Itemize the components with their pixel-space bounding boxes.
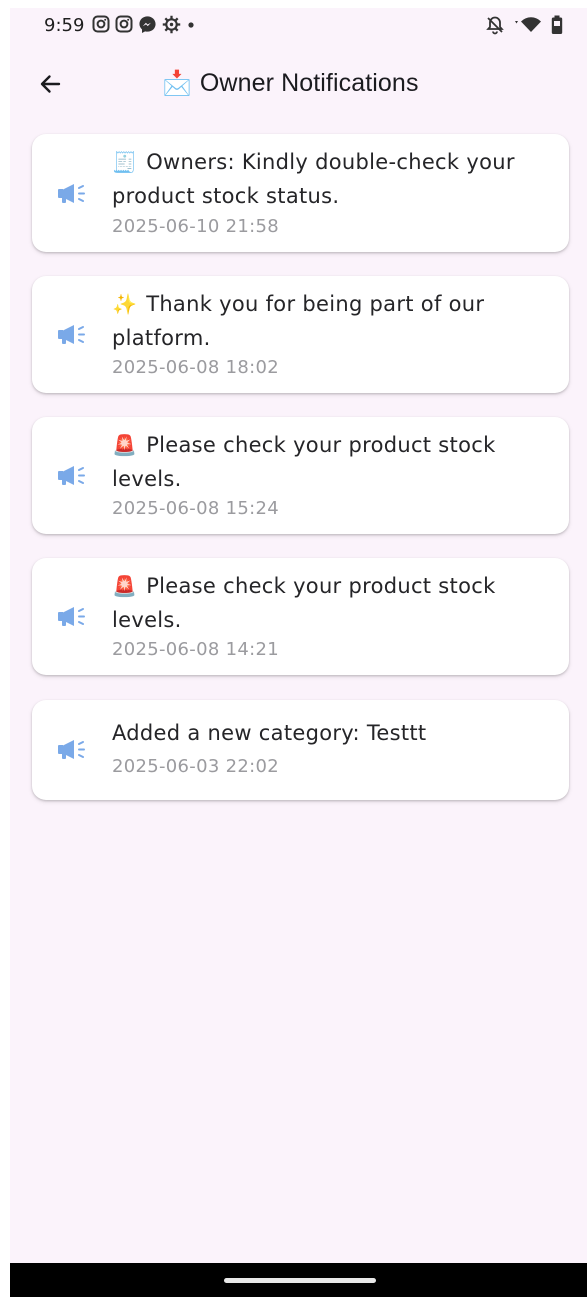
app-bar: 📩 Owner Notifications bbox=[10, 54, 587, 114]
messenger-icon bbox=[138, 15, 157, 38]
page-title: Owner Notifications bbox=[199, 68, 419, 97]
inbox-envelope-icon: 📩 bbox=[162, 69, 192, 97]
megaphone-icon bbox=[58, 740, 85, 759]
app-screen: 9:59 📩 Owner Notifications 🧾 Owners: Kin… bbox=[10, 8, 587, 1297]
notification-card[interactable]: 🧾 Owners: Kindly double-check your produ… bbox=[32, 134, 569, 252]
page-title-group: 📩 Owner Notifications bbox=[162, 68, 419, 98]
notification-message: 🧾 Owners: Kindly double-check your produ… bbox=[112, 150, 515, 208]
status-time: 9:59 bbox=[44, 15, 85, 36]
megaphone-icon bbox=[58, 607, 85, 626]
back-button[interactable] bbox=[32, 66, 68, 102]
system-navigation-bar bbox=[10, 1263, 587, 1297]
bell-off-icon bbox=[485, 15, 505, 39]
notification-timestamp: 2025-06-08 15:24 bbox=[112, 498, 280, 519]
home-indicator[interactable] bbox=[224, 1278, 376, 1283]
instagram-icon bbox=[115, 15, 133, 37]
battery-icon bbox=[551, 15, 563, 39]
notification-emoji: 🚨 bbox=[112, 433, 138, 457]
notification-card[interactable]: 🚨 Please check your product stock levels… bbox=[32, 558, 569, 675]
megaphone-icon bbox=[58, 184, 85, 203]
notification-timestamp: 2025-06-08 18:02 bbox=[112, 357, 280, 378]
wifi-icon bbox=[513, 15, 543, 39]
notification-message: ✨ Thank you for being part of our platfo… bbox=[112, 292, 485, 350]
status-app-icons bbox=[92, 15, 196, 38]
dot-icon bbox=[186, 15, 196, 37]
notification-message: 🚨 Please check your product stock levels… bbox=[112, 574, 496, 632]
status-bar: 9:59 bbox=[10, 8, 587, 46]
settings-gear-icon bbox=[162, 15, 181, 38]
megaphone-icon bbox=[58, 466, 85, 485]
notification-timestamp: 2025-06-03 22:02 bbox=[112, 756, 280, 777]
notification-card[interactable]: ✨ Thank you for being part of our platfo… bbox=[32, 276, 569, 393]
notification-message: Added a new category: Testtt bbox=[112, 721, 427, 745]
notification-timestamp: 2025-06-08 14:21 bbox=[112, 639, 280, 660]
notification-message: 🚨 Please check your product stock levels… bbox=[112, 433, 496, 491]
system-icons bbox=[485, 15, 563, 39]
arrow-left-icon bbox=[40, 75, 61, 93]
notification-emoji: 🚨 bbox=[112, 574, 138, 598]
notification-emoji: ✨ bbox=[112, 292, 138, 316]
megaphone-icon bbox=[58, 325, 85, 344]
notification-card[interactable]: 🚨 Please check your product stock levels… bbox=[32, 417, 569, 534]
notification-emoji: 🧾 bbox=[112, 150, 138, 174]
notification-card[interactable]: Added a new category: Testtt 2025-06-03 … bbox=[32, 700, 569, 800]
notification-timestamp: 2025-06-10 21:58 bbox=[112, 216, 280, 237]
instagram-icon bbox=[92, 15, 110, 37]
